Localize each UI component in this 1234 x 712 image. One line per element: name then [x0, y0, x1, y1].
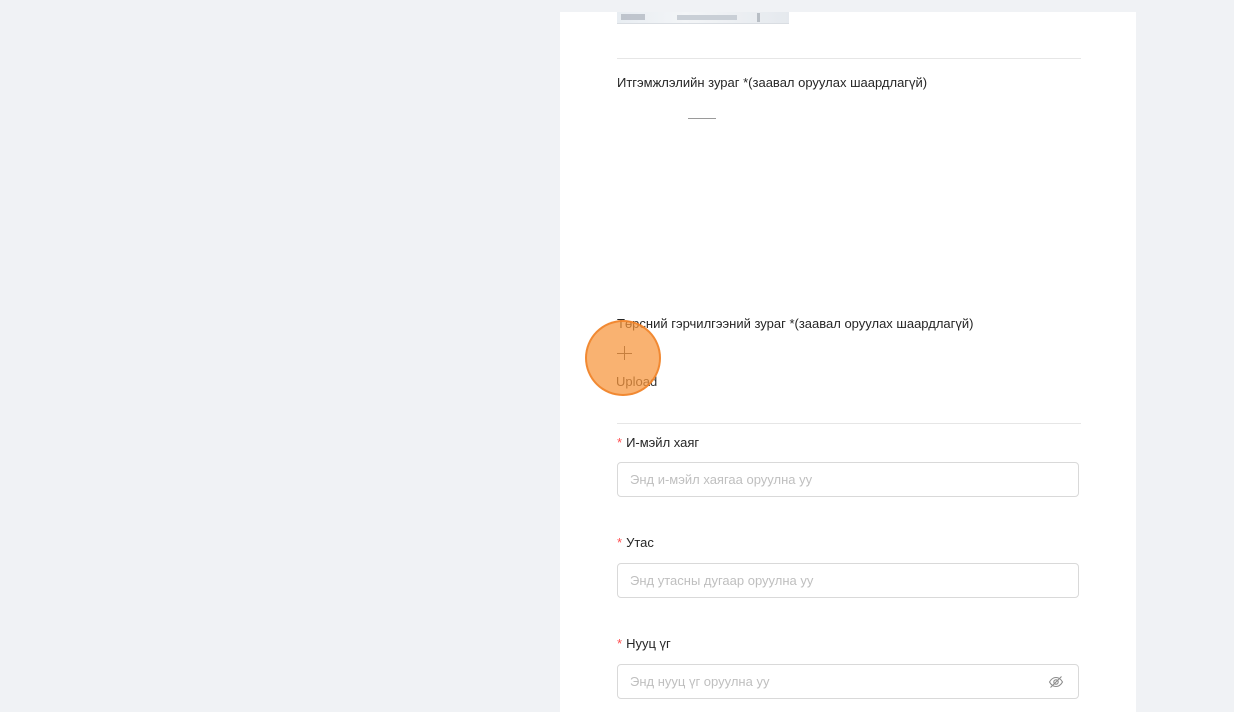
email-field-wrapper [617, 462, 1079, 497]
director-id-label: Төрсний гэрчилгээний зураг *(заавал оруу… [617, 316, 974, 331]
section-divider [617, 58, 1081, 59]
uploaded-image-thumbnail[interactable] [617, 12, 789, 24]
plus-icon [617, 346, 633, 362]
password-label-text: Нууц үг [626, 636, 671, 651]
password-field-wrapper [617, 664, 1079, 699]
phone-label: * Утас [617, 535, 654, 550]
phone-field-wrapper [617, 563, 1079, 598]
required-mark: * [617, 535, 623, 550]
power-of-attorney-image-preview[interactable] [617, 106, 789, 296]
thumbnail-fragment [757, 13, 760, 22]
eye-slash-icon[interactable] [1048, 674, 1064, 690]
section-divider [617, 423, 1081, 424]
upload-button[interactable]: Upload [616, 346, 677, 396]
required-mark: * [617, 435, 623, 450]
email-field[interactable] [618, 463, 1078, 496]
upload-label: Upload [616, 374, 658, 389]
phone-label-text: Утас [626, 535, 654, 550]
required-mark: * [617, 636, 623, 651]
email-label-text: И-мэйл хаяг [626, 435, 700, 450]
thumbnail-fragment [621, 14, 645, 20]
thumbnail-fragment [677, 15, 737, 20]
password-label: * Нууц үг [617, 636, 671, 651]
document-text-line [688, 118, 716, 119]
registration-form-card: Итгэмжлэлийн зураг *(заавал оруулах шаар… [560, 12, 1136, 712]
email-label: * И-мэйл хаяг [617, 435, 699, 450]
password-field[interactable] [618, 665, 1078, 698]
power-of-attorney-label: Итгэмжлэлийн зураг *(заавал оруулах шаар… [617, 75, 928, 90]
page: Итгэмжлэлийн зураг *(заавал оруулах шаар… [0, 0, 1234, 712]
phone-field[interactable] [618, 564, 1078, 597]
